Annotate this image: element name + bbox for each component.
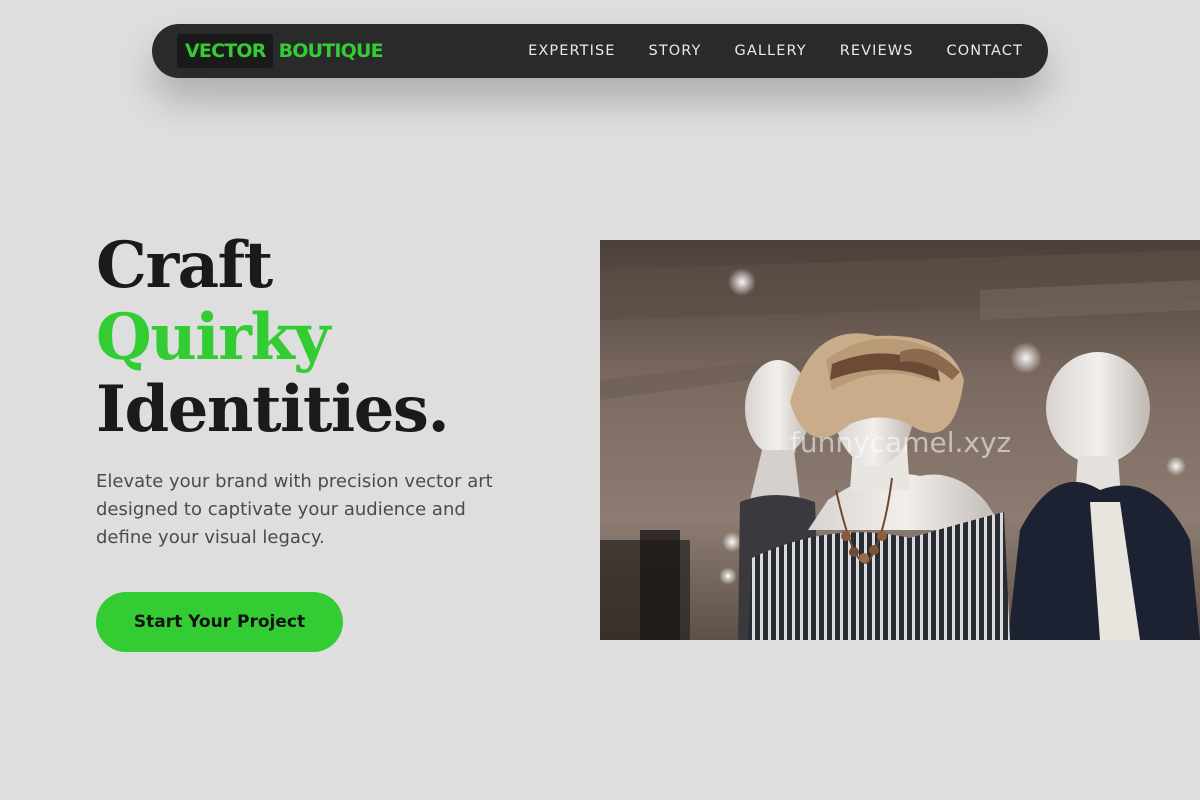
page: VECTOR BOUTIQUE EXPERTISE STORY GALLERY … — [0, 0, 1200, 800]
logo-word-boutique: BOUTIQUE — [278, 40, 384, 62]
nav-item-expertise[interactable]: EXPERTISE — [528, 43, 615, 59]
start-project-button[interactable]: Start Your Project — [96, 592, 343, 652]
headline-line-2: Quirky — [96, 300, 330, 375]
nav-item-story[interactable]: STORY — [649, 43, 702, 59]
nav-item-contact[interactable]: CONTACT — [947, 43, 1023, 59]
hero-photo: funnycamel.xyz — [600, 240, 1200, 640]
top-nav: VECTOR BOUTIQUE EXPERTISE STORY GALLERY … — [152, 24, 1048, 78]
headline-line-3: Identities. — [96, 372, 450, 447]
hero-description: Elevate your brand with precision vector… — [96, 471, 493, 548]
hero-headline: Craft Quirky Identities. — [96, 228, 450, 447]
nav-item-reviews[interactable]: REVIEWS — [840, 43, 914, 59]
brand-logo[interactable]: VECTOR BOUTIQUE — [177, 34, 384, 68]
nav-item-gallery[interactable]: GALLERY — [735, 43, 807, 59]
nav-menu: EXPERTISE STORY GALLERY REVIEWS CONTACT — [528, 43, 1023, 59]
logo-word-vector: VECTOR — [177, 34, 273, 68]
headline-line-1: Craft — [96, 228, 273, 303]
image-watermark: funnycamel.xyz — [790, 426, 1012, 459]
